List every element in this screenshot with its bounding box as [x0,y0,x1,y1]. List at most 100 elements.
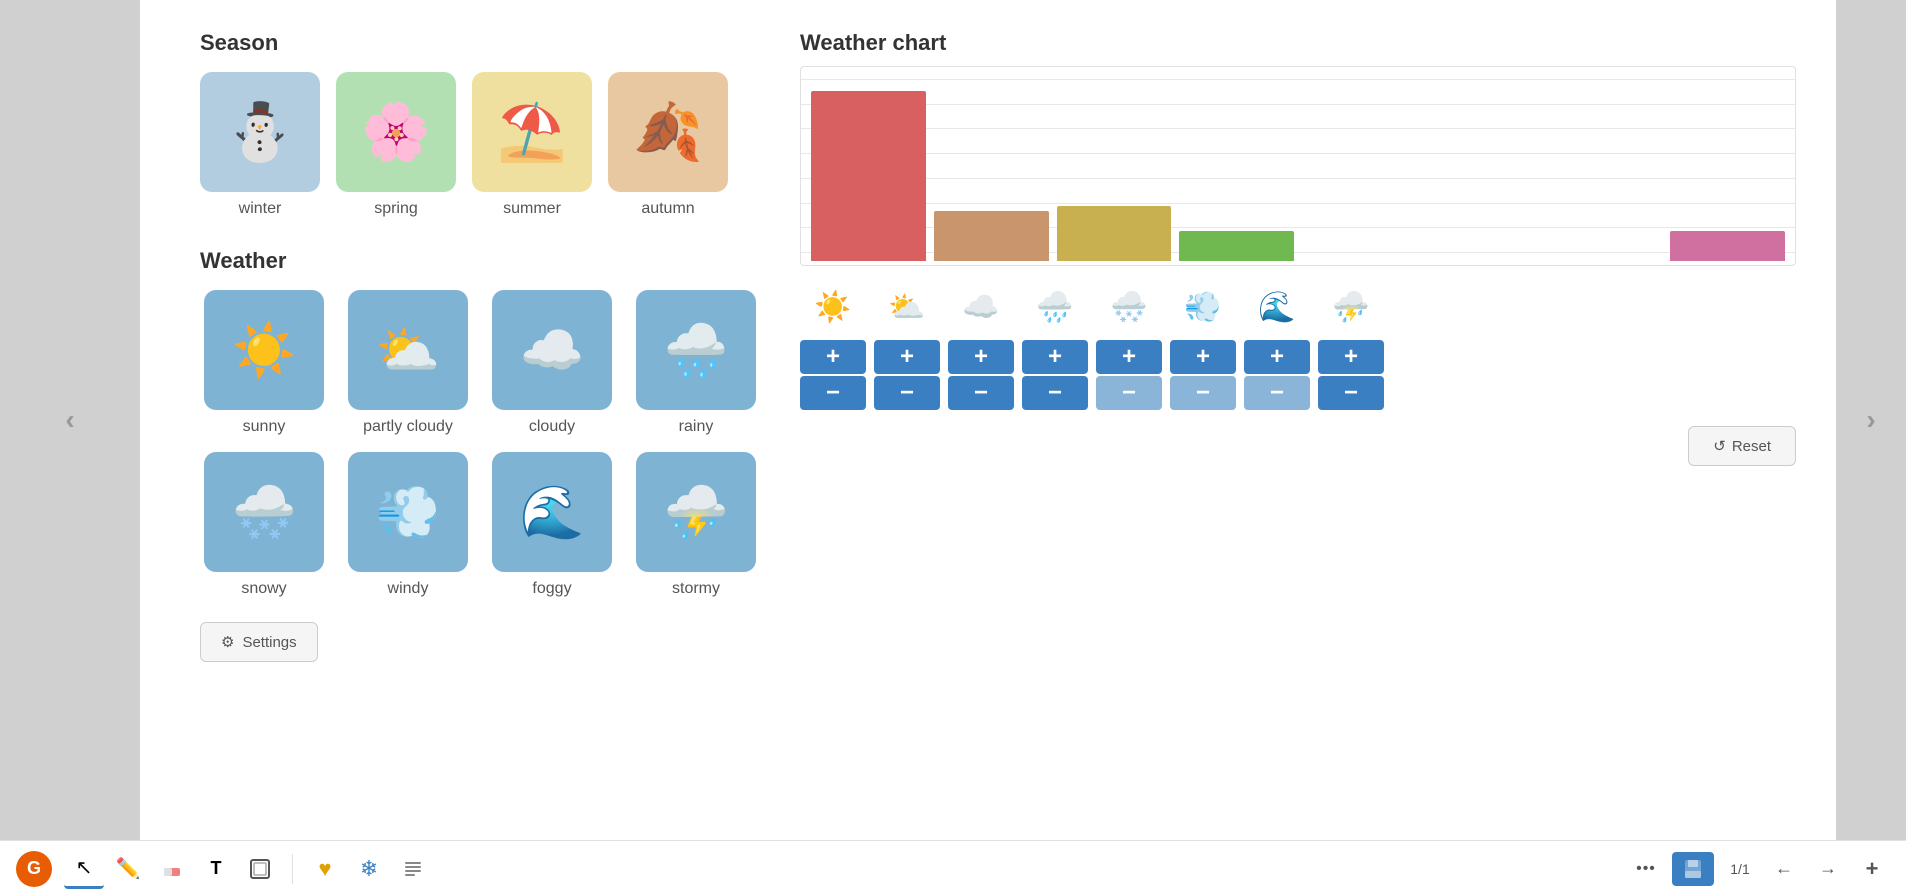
counter-control-7: +− [1318,340,1384,410]
tool-pencil[interactable]: ✏️ [108,849,148,889]
weather-label-sunny: sunny [243,418,286,436]
minus-button-0[interactable]: − [800,376,866,410]
minus-button-6[interactable]: − [1244,376,1310,410]
plus-button-5[interactable]: + [1170,340,1236,374]
chart-bar-1 [934,211,1049,261]
weather-title: Weather [200,248,760,274]
season-label-winter: winter [239,200,282,218]
weather-item-sunny: ☀️ sunny [200,290,328,436]
chart-icon-7: ⛈️ [1318,282,1384,332]
prev-arrow[interactable]: ‹ [65,404,74,436]
chart-icon-1: ⛅ [874,282,940,332]
left-gutter: ‹ [0,0,140,840]
content-area: Season ⛄ winter 🌸 spring ⛱️ summer [140,0,1836,840]
weather-label-foggy: foggy [532,580,571,598]
chart-bar-0 [811,91,926,261]
weather-card-partly-cloudy[interactable]: ⛅ [348,290,468,410]
next-arrow[interactable]: › [1866,404,1875,436]
season-card-spring[interactable]: 🌸 [336,72,456,192]
tool-text[interactable]: T [196,849,236,889]
counter-control-5: +− [1170,340,1236,410]
season-title: Season [200,30,760,56]
tool-cursor[interactable]: ↖ [64,849,104,889]
minus-button-2[interactable]: − [948,376,1014,410]
season-card-autumn[interactable]: 🍂 [608,72,728,192]
counter-control-2: +− [948,340,1014,410]
toolbar: G ↖ ✏️ T ♥ ❄ ••• [0,840,1906,896]
chart-bar-7 [1670,231,1785,261]
add-page-button[interactable]: + [1854,851,1890,887]
weather-card-rainy[interactable]: 🌧️ [636,290,756,410]
weather-item-snowy: 🌨️ snowy [200,452,328,598]
weather-label-cloudy: cloudy [529,418,575,436]
page-number: 1/1 [1730,861,1749,877]
season-grid: ⛄ winter 🌸 spring ⛱️ summer 🍂 autumn [200,72,760,218]
weather-label-snowy: snowy [241,580,286,598]
prev-page-button[interactable]: ← [1766,851,1802,887]
tool-eraser[interactable] [152,849,192,889]
weather-label-partly-cloudy: partly cloudy [363,418,453,436]
chart-icon-5: 💨 [1170,282,1236,332]
minus-button-5[interactable]: − [1170,376,1236,410]
plus-button-1[interactable]: + [874,340,940,374]
weather-item-stormy: ⛈️ stormy [632,452,760,598]
weather-card-stormy[interactable]: ⛈️ [636,452,756,572]
plus-button-7[interactable]: + [1318,340,1384,374]
tool-frame[interactable] [240,849,280,889]
more-options-button[interactable]: ••• [1628,851,1664,887]
settings-button[interactable]: ⚙ Settings [200,622,318,662]
tool-list[interactable] [393,849,433,889]
minus-button-4[interactable]: − [1096,376,1162,410]
season-label-spring: spring [374,200,418,218]
season-card-winter[interactable]: ⛄ [200,72,320,192]
season-card-summer[interactable]: ⛱️ [472,72,592,192]
weather-card-snowy[interactable]: 🌨️ [204,452,324,572]
plus-button-3[interactable]: + [1022,340,1088,374]
weather-card-sunny[interactable]: ☀️ [204,290,324,410]
season-item-summer: ⛱️ summer [472,72,592,218]
season-label-summer: summer [503,200,561,218]
chart-icon-3: 🌧️ [1022,282,1088,332]
weather-card-windy[interactable]: 💨 [348,452,468,572]
plus-button-0[interactable]: + [800,340,866,374]
reset-label: Reset [1732,438,1771,455]
bars-area [811,67,1785,265]
right-panel: Weather chart ☀️⛅☁️🌧️🌨️💨🌊⛈️ [800,30,1796,820]
left-panel: Season ⛄ winter 🌸 spring ⛱️ summer [200,30,760,820]
chart-icon-6: 🌊 [1244,282,1310,332]
save-button[interactable] [1672,852,1714,886]
next-page-button[interactable]: → [1810,851,1846,887]
weather-item-rainy: 🌧️ rainy [632,290,760,436]
chart-icon-4: 🌨️ [1096,282,1162,332]
season-label-autumn: autumn [641,200,694,218]
reset-button[interactable]: ↺ Reset [1688,426,1796,466]
app-logo: G [16,851,52,887]
tool-snowflake[interactable]: ❄ [349,849,389,889]
toolbar-right: ••• 1/1 ← → + [1628,851,1890,887]
counter-control-3: +− [1022,340,1088,410]
tool-heart[interactable]: ♥ [305,849,345,889]
reset-icon: ↺ [1713,437,1726,455]
toolbar-separator-1 [292,854,293,884]
weather-label-windy: windy [388,580,429,598]
bar-chart [800,66,1796,266]
chart-icon-0: ☀️ [800,282,866,332]
controls-row: +−+−+−+−+−+−+−+− [800,340,1796,410]
weather-card-foggy[interactable]: 🌊 [492,452,612,572]
plus-button-6[interactable]: + [1244,340,1310,374]
weather-item-cloudy: ☁️ cloudy [488,290,616,436]
minus-button-7[interactable]: − [1318,376,1384,410]
season-item-autumn: 🍂 autumn [608,72,728,218]
counter-control-1: +− [874,340,940,410]
minus-button-3[interactable]: − [1022,376,1088,410]
plus-button-4[interactable]: + [1096,340,1162,374]
weather-grid: ☀️ sunny ⛅ partly cloudy ☁️ cloudy 🌧️ ra… [200,290,760,598]
bottom-row: ↺ Reset [800,426,1796,466]
right-gutter: › [1836,0,1906,840]
plus-button-2[interactable]: + [948,340,1014,374]
minus-button-1[interactable]: − [874,376,940,410]
gear-icon: ⚙ [221,633,234,651]
weather-card-cloudy[interactable]: ☁️ [492,290,612,410]
chart-weather-icons-row: ☀️⛅☁️🌧️🌨️💨🌊⛈️ [800,282,1796,332]
settings-label: Settings [242,634,296,651]
